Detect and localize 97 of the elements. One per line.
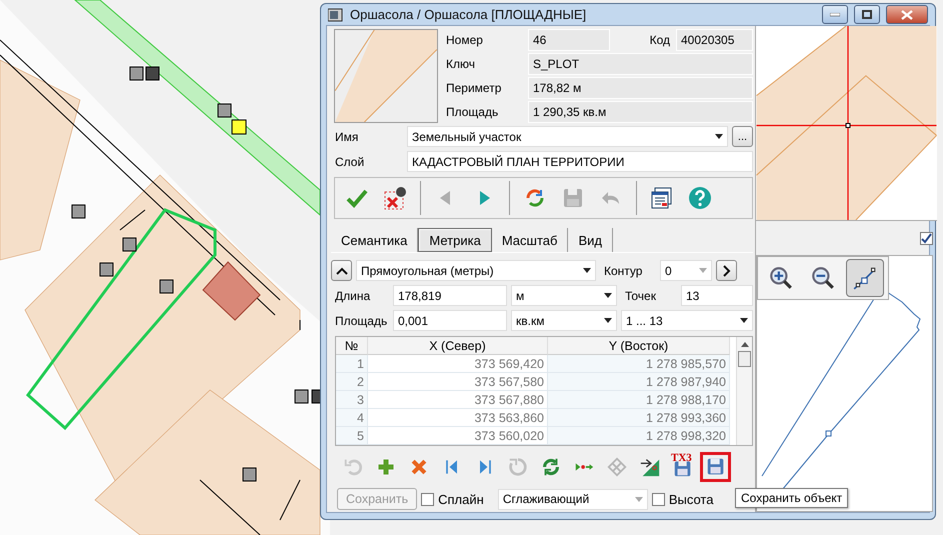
spline-checkbox[interactable] [421,492,434,506]
tab[interactable]: Метрика [418,228,492,252]
help-icon [688,186,712,210]
point-range-dropdown[interactable]: 1 ... 13 [621,310,753,331]
split-triangle-icon [638,456,660,478]
field-label: Код [648,32,671,49]
dropdown-caret-icon [604,293,612,298]
rotate-icon [506,456,528,478]
maximize-button[interactable] [854,5,880,24]
column-header: № [336,337,368,355]
field-value: 1 290,35 кв.м [528,101,753,123]
checkbox-label: Высота [668,492,714,506]
dropdown-caret-icon [583,268,591,273]
collapse-button[interactable] [331,260,352,281]
contour-dropdown[interactable]: 0 [660,260,712,281]
points-field[interactable]: 13 [681,285,753,306]
table-cell: 3 [336,391,368,409]
close-icon [901,10,913,20]
toolbar-button[interactable] [700,452,731,482]
field-label: Контур [603,264,644,278]
maximize-icon [862,10,872,19]
table-cell: 373 567,880 [368,391,548,409]
field-label: Площадь [445,104,500,121]
preview-tool-button[interactable] [846,259,884,297]
diamond-grid-icon [606,456,628,478]
height-checkbox[interactable] [652,492,665,506]
layer-field[interactable]: КАДАСТРОВЫЙ ПЛАН ТЕРРИТОРИИ [407,151,753,172]
table-cell: 1 278 988,170 [548,391,730,409]
building [202,261,261,321]
checkbox-label: Сплайн [438,492,484,506]
column-header: Y (Восток) [548,337,730,355]
minimize-button[interactable] [822,5,848,24]
table-cell: 373 560,020 [368,427,548,445]
table-cell: 4 [336,409,368,427]
area-unit-dropdown[interactable]: кв.км [511,310,617,331]
map-marker [218,104,246,134]
field-value: 40020305 [676,29,753,51]
field-label: Площадь [334,314,388,328]
dropdown-caret-icon [634,496,643,502]
field-label: Точек [624,288,657,302]
scroll-up-icon[interactable] [740,342,748,348]
length-unit-dropdown[interactable]: м [511,285,617,306]
smoothing-dropdown[interactable]: Сглаживающий [498,488,648,510]
table-cell: 1 278 993,360 [548,409,730,427]
dropdown-caret-icon [604,318,612,323]
polyline-edit-icon [852,265,878,291]
table-cell: 5 [336,427,368,445]
document-window-icon [650,186,674,210]
field-label: Периметр [445,80,502,97]
table-cell: 373 567,580 [368,373,548,391]
table-cell: 1 [336,355,368,373]
map-marker [122,238,136,252]
coordinate-system-dropdown[interactable]: Прямоугольная (метры) [356,260,596,281]
field-label: Длина [334,288,372,302]
panel-checkbox[interactable] [920,232,933,244]
table-cell: 2 [336,373,368,391]
zoom-out-icon [810,265,836,291]
cancel-icon [383,186,407,210]
table-cell: 373 563,860 [368,409,548,427]
field-label: Номер [445,32,484,49]
field-label: Слой [334,154,366,168]
field-value: 46 [528,29,610,51]
map-marker [130,66,160,80]
tooltip: Сохранить объект [735,488,848,508]
map-marker [160,280,174,294]
dropdown-caret-icon [740,318,748,323]
window-icon [328,8,344,22]
dropdown-caret-icon [699,268,707,273]
table-cell: 1 278 985,570 [548,355,730,373]
area-field[interactable]: 0,001 [393,310,507,331]
close-button[interactable] [886,5,928,24]
browse-button[interactable]: ... [732,126,753,147]
map-marker [242,468,256,482]
field-label: Имя [334,130,360,144]
zoom-in-icon [768,265,794,291]
field-value: 178,82 м [528,77,753,99]
chevron-right-icon [722,264,730,276]
tab[interactable]: Масштаб [492,228,568,252]
table-cell: 373 569,420 [368,355,548,373]
chevron-up-icon [336,266,348,274]
toolbar-button[interactable]: TX3 [667,452,698,482]
field-value: S_PLOT [528,53,753,75]
scrollbar-thumb[interactable] [738,351,751,367]
plus-icon [376,457,396,477]
dropdown-caret-icon [715,134,723,139]
field-label: Ключ [445,56,476,73]
table-cell: 1 278 987,940 [548,373,730,391]
minimize-icon [830,12,840,16]
name-dropdown[interactable]: Земельный участок [407,126,728,147]
map-marker [100,262,114,276]
table-cell: 1 278 998,320 [548,427,730,445]
column-header: X (Север) [368,337,548,355]
window-title: Оршасола / Оршасола [ПЛОЩАДНЫЕ] [350,7,588,22]
next-contour-button[interactable] [716,260,737,281]
tab[interactable]: Вид [568,228,613,252]
map-marker [72,204,86,218]
length-field[interactable]: 178,819 [393,285,507,306]
